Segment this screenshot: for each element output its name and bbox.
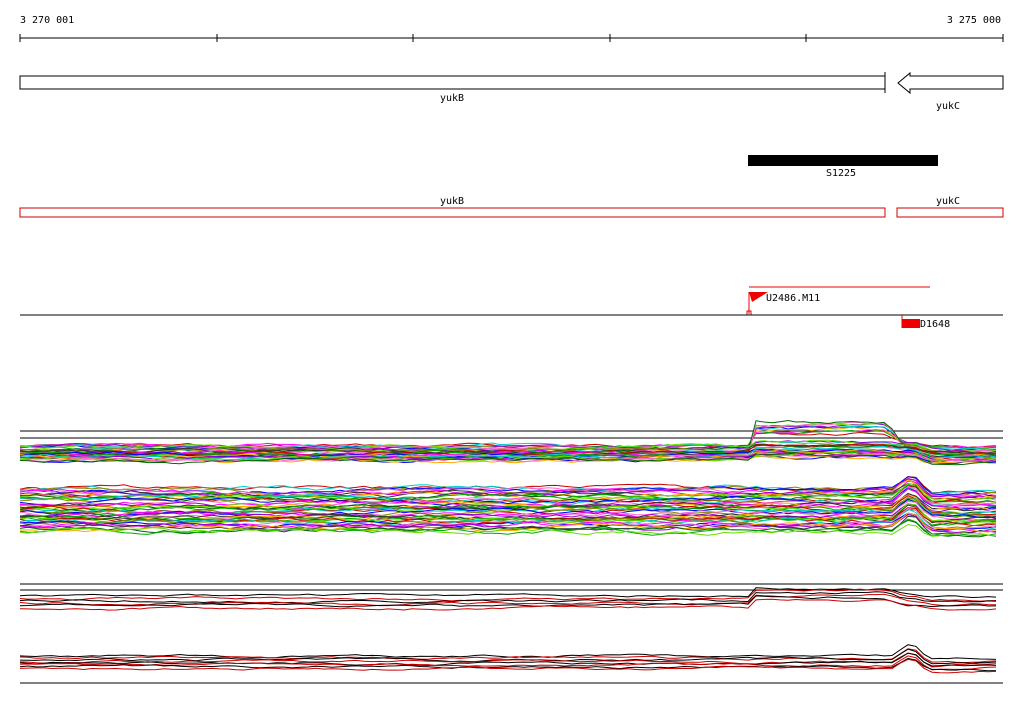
transcript-track: yukB yukC bbox=[19, 196, 1004, 218]
segment-track: S1225 bbox=[748, 155, 938, 179]
gene-label-yukc: yukC bbox=[936, 101, 960, 112]
expression-profiles-panel-a bbox=[19, 419, 1003, 466]
summary-curve bbox=[19, 588, 997, 602]
segment-bar-s1225[interactable] bbox=[748, 155, 938, 166]
expression-profiles-panel-b bbox=[19, 476, 997, 538]
genome-browser-view: 3 270 001 3 275 000 yukB yukC S1225 yukB… bbox=[0, 0, 1024, 714]
downshift-flag-icon[interactable] bbox=[902, 319, 920, 328]
ruler-end-label: 3 275 000 bbox=[947, 15, 1001, 26]
segment-label-s1225: S1225 bbox=[826, 168, 856, 179]
ruler-start-label: 3 270 001 bbox=[20, 15, 74, 26]
transcript-box-yukb[interactable] bbox=[19, 207, 886, 218]
gene-feature-yukb[interactable]: yukB bbox=[19, 72, 886, 104]
transcript-label-yukc: yukC bbox=[936, 196, 960, 207]
coordinate-ruler: 3 270 001 3 275 000 bbox=[19, 15, 1004, 42]
gene-track: yukB yukC bbox=[19, 71, 1004, 112]
upshift-label: U2486.M11 bbox=[766, 293, 820, 304]
downshift-label: D1648 bbox=[920, 319, 950, 330]
summary-profiles-panel-c bbox=[19, 583, 1003, 611]
shift-track: U2486.M11 D1648 bbox=[20, 286, 1003, 330]
transcript-box-yukc[interactable] bbox=[896, 207, 1004, 218]
gene-feature-yukc[interactable]: yukC bbox=[897, 71, 1004, 112]
gene-arrow-yukb[interactable] bbox=[19, 75, 886, 90]
gene-arrow-yukc[interactable] bbox=[897, 71, 1004, 95]
transcript-label-yukb: yukB bbox=[440, 196, 464, 207]
summary-profiles-panel-d bbox=[19, 644, 1003, 684]
gene-label-yukb: yukB bbox=[440, 93, 464, 104]
